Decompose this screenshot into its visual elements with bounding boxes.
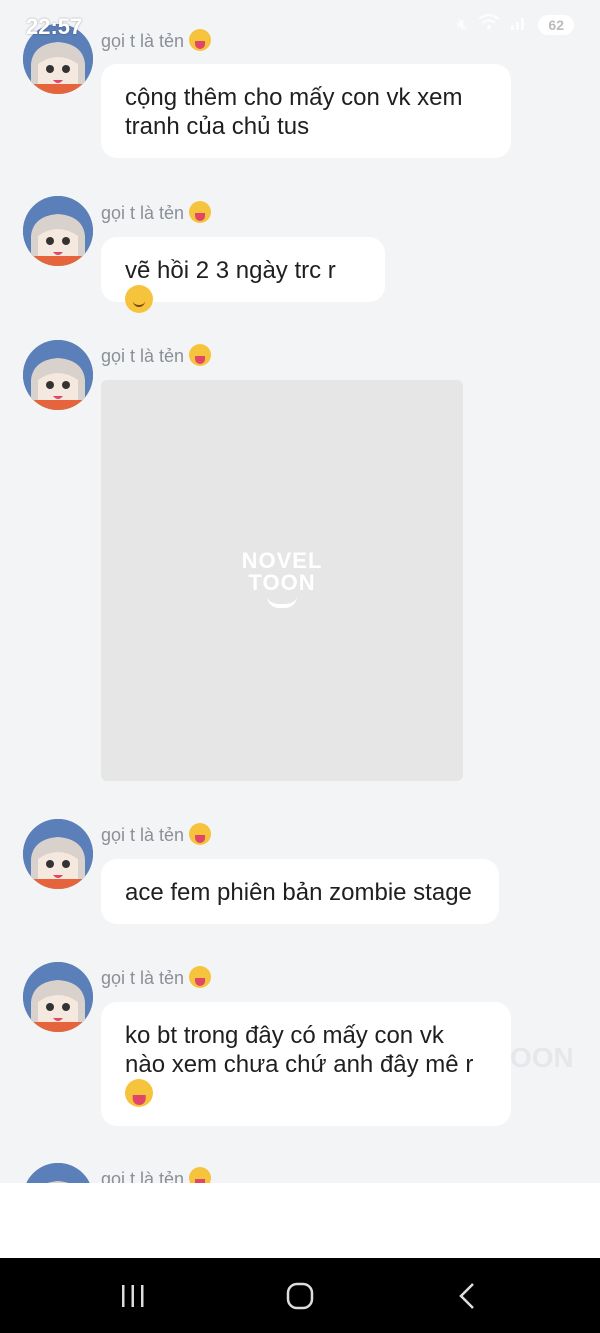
back-icon [459,1282,474,1309]
message-text: ko bt trong đây có mấy con vk nào xem ch… [125,1022,474,1078]
avatar[interactable] [23,340,93,410]
battery-icon: 62 [538,14,574,35]
tongue-emoji-icon [189,1167,212,1183]
status-bar: 22:57 🔇︎ 62 [0,0,600,56]
background-watermark: OON [510,1042,574,1073]
avatar[interactable] [23,1163,93,1183]
message-bubble[interactable]: ace fem phiên bản zombie stage [101,859,499,924]
image-message[interactable]: NOVEL TOON [101,380,463,781]
sender-name: gọi t là tẻn [101,823,212,846]
navigation-bar [0,1258,600,1333]
message-bubble[interactable]: ko bt trong đây có mấy con vk nào xem ch… [101,1002,511,1126]
tongue-emoji-icon [189,966,212,988]
tongue-emoji-icon [189,823,212,845]
wifi-icon [478,14,501,35]
message-text: cộng thêm cho mấy con vk xem tranh của c… [125,84,463,140]
avatar[interactable] [23,819,93,889]
tongue-emoji-icon [189,344,212,366]
tongue-emoji-icon [189,201,212,223]
back-button[interactable] [442,1258,492,1333]
home-button[interactable] [272,1258,328,1333]
message-text: ace fem phiên bản zombie stage [125,879,472,906]
chat-list[interactable]: OON gọi t là tẻn cộng thêm cho mấy con v… [0,0,600,1183]
status-time: 22:57 [26,14,83,39]
image-watermark: NOVEL TOON [101,550,463,608]
input-area[interactable] [0,1183,600,1258]
mute-icon: 🔇︎ [457,14,469,34]
smile-logo-icon [267,596,297,608]
recents-button[interactable] [105,1258,160,1333]
signal-icon [510,14,528,35]
status-icons: 🔇︎ 62 [457,14,574,35]
wink-emoji-icon [125,285,153,313]
sender-name: gọi t là tẻn [101,201,212,224]
message-bubble[interactable]: cộng thêm cho mấy con vk xem tranh của c… [101,64,511,158]
home-icon [286,1282,314,1309]
recents-icon [121,1284,143,1307]
sender-name: gọi t là tẻn [101,966,212,989]
message-bubble[interactable]: vẽ hồi 2 3 ngày trc r [101,237,385,313]
sender-name: gọi t là tẻn [101,344,212,367]
message-text: vẽ hồi 2 3 ngày trc r [125,257,336,284]
tongue-emoji-icon [125,1079,153,1107]
avatar[interactable] [23,196,93,266]
avatar[interactable] [23,962,93,1032]
sender-name: gọi t là tẻn [101,1167,212,1183]
